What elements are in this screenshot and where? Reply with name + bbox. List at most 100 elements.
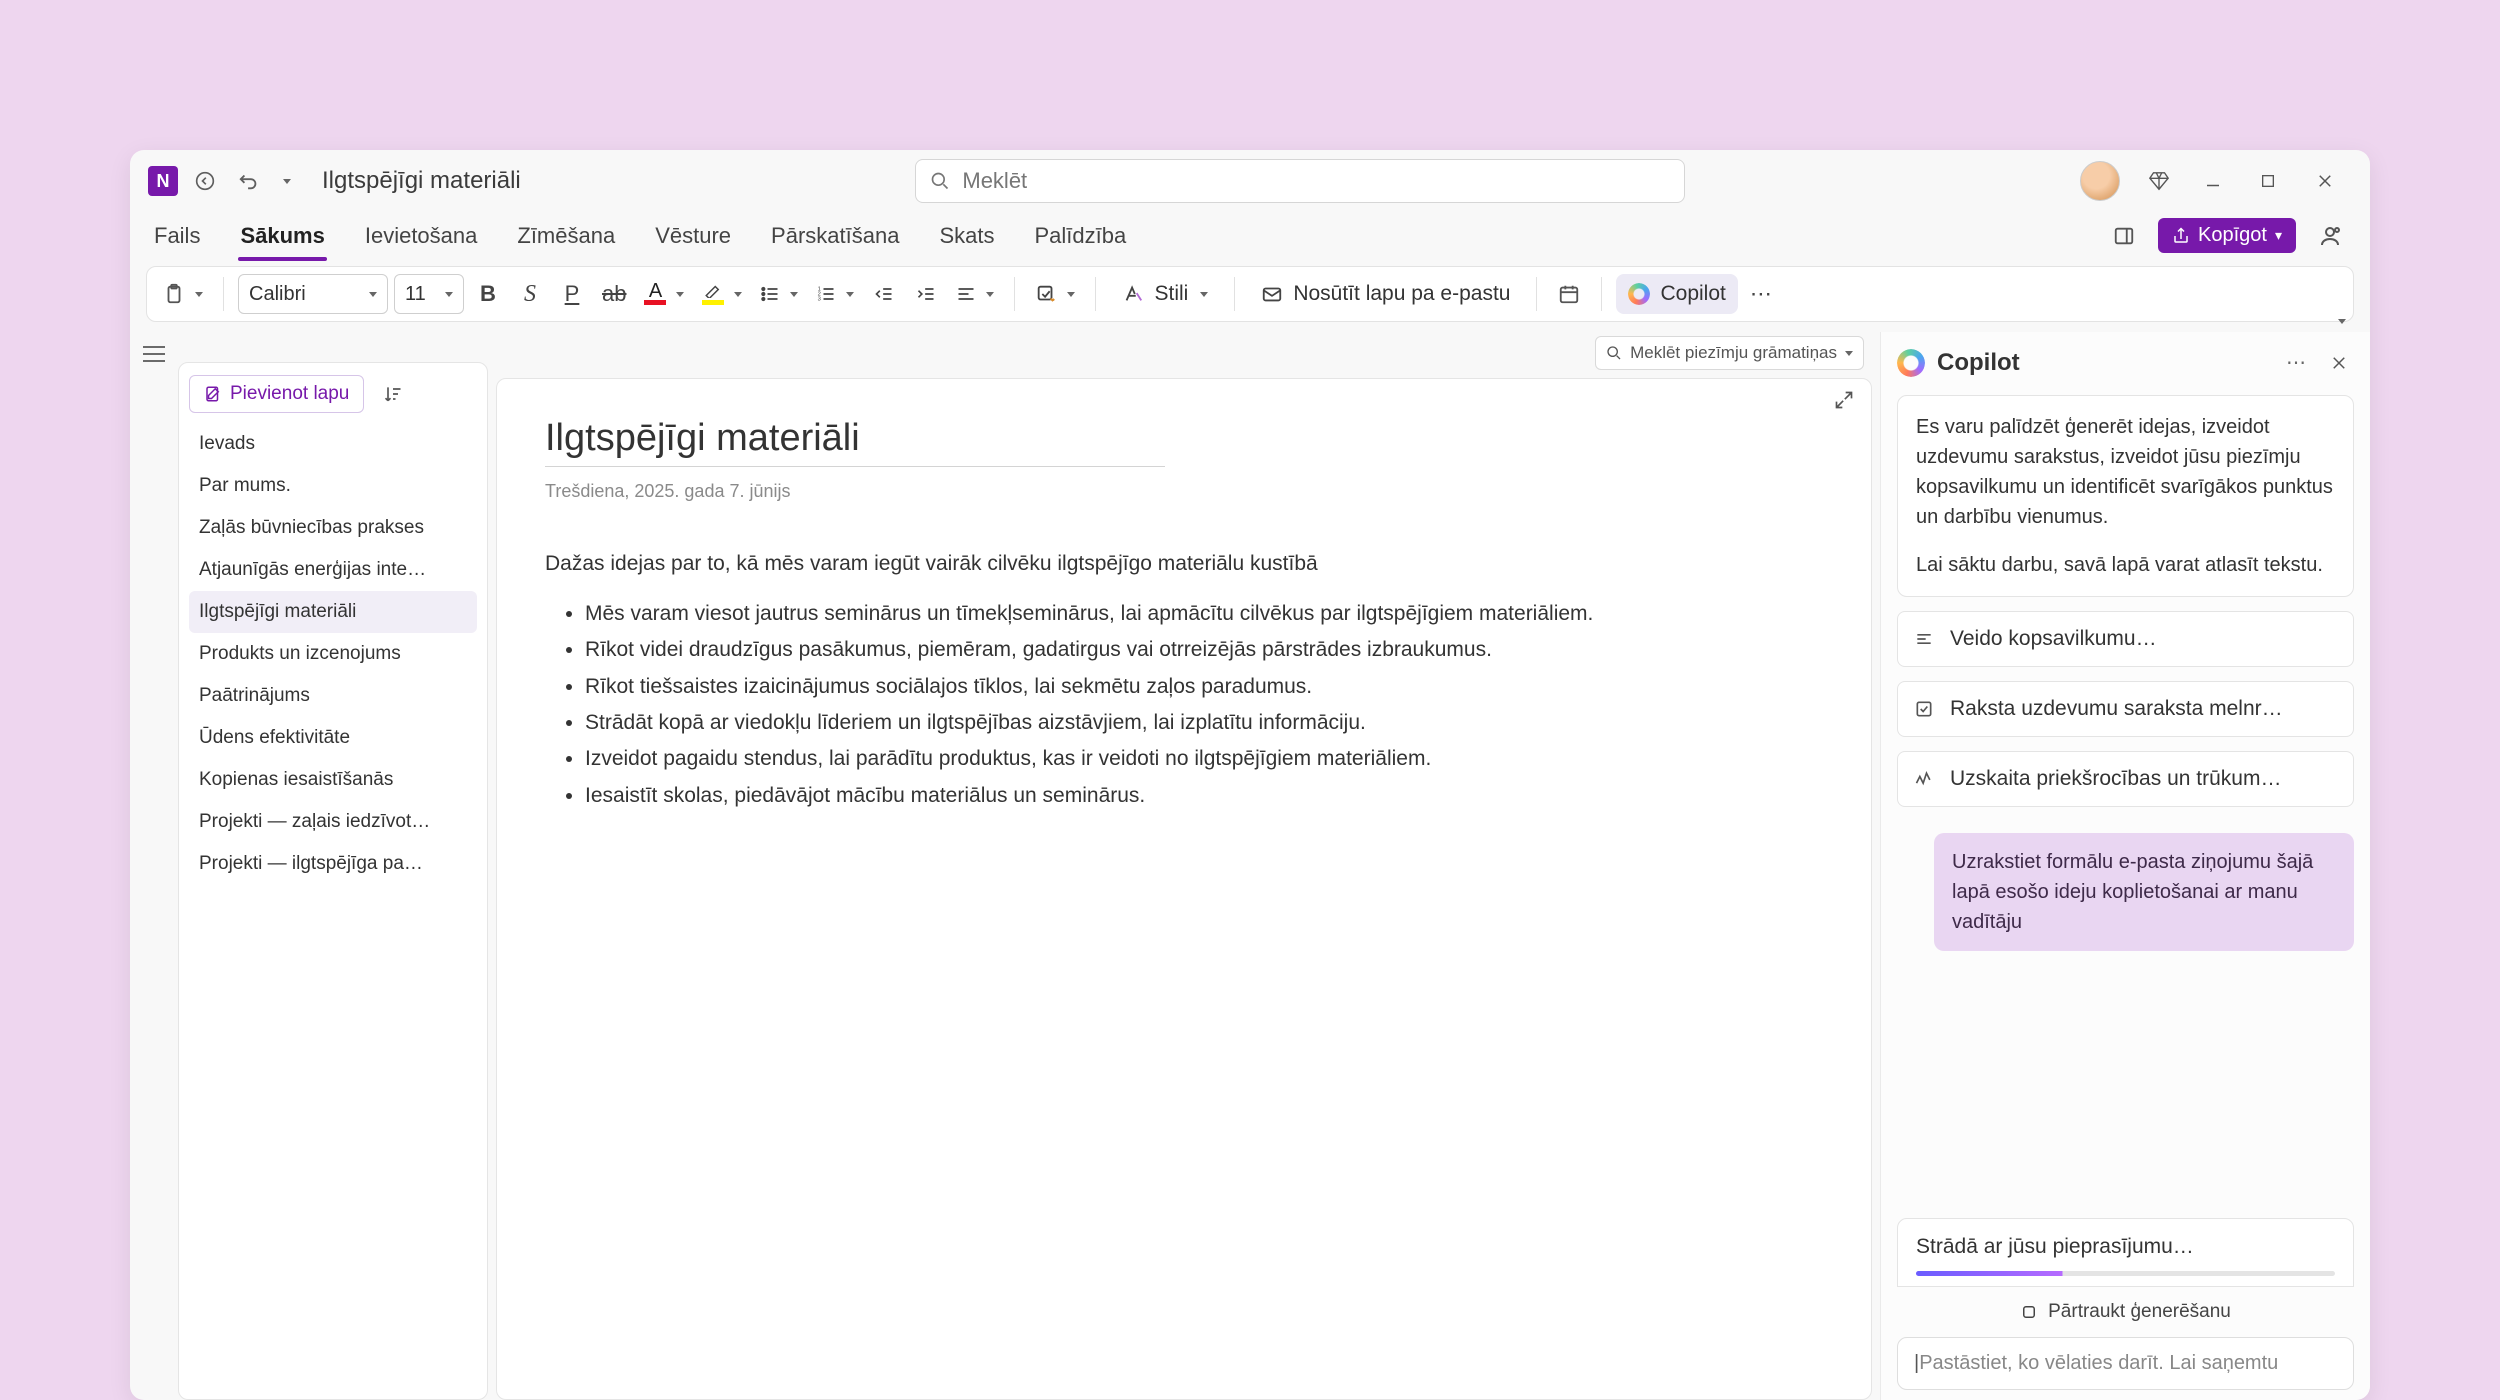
notebook-search-button[interactable]: Meklēt piezīmju grāmatiņas bbox=[1595, 336, 1864, 370]
page-panel-wrap: Pievienot lapu Ievads Par mums. Zaļās bū… bbox=[178, 332, 488, 1400]
list-item[interactable]: Mēs varam viesot jautrus seminārus un tī… bbox=[585, 600, 1823, 628]
page-item[interactable]: Atjaunīgās enerģijas inte… bbox=[189, 549, 477, 591]
tab-vesture[interactable]: Vēsture bbox=[653, 217, 733, 255]
ribbon-more-button[interactable]: ⋯ bbox=[1744, 274, 1780, 314]
copilot-status-card: Strādā ar jūsu pieprasījumu… bbox=[1897, 1218, 2354, 1287]
page-item[interactable]: Ilgtspējīgi materiāli bbox=[189, 591, 477, 633]
styles-button[interactable]: Stili bbox=[1110, 274, 1220, 314]
share-label: Kopīgot bbox=[2198, 224, 2267, 247]
chevron-down-icon bbox=[1845, 351, 1853, 356]
page-intro-paragraph[interactable]: Dažas idejas par to, kā mēs varam iegūt … bbox=[545, 552, 1823, 576]
suggestion-label: Veido kopsavilkumu… bbox=[1950, 627, 2157, 651]
onenote-app-icon: N bbox=[148, 166, 178, 196]
suggestion-label: Raksta uzdevumu saraksta melnr… bbox=[1950, 697, 2283, 721]
font-size-select[interactable]: 11 bbox=[394, 274, 464, 314]
highlight-button[interactable] bbox=[696, 274, 748, 314]
list-item[interactable]: Izveidot pagaidu stendus, lai parādītu p… bbox=[585, 745, 1823, 773]
title-bar: N Ilgtspējīgi materiāli Meklēt bbox=[130, 150, 2370, 212]
bold-button[interactable]: B bbox=[470, 274, 506, 314]
page-surface[interactable]: Ilgtspējīgi materiāli Trešdiena, 2025. g… bbox=[496, 378, 1872, 1400]
page-item[interactable]: Produkts un izcenojums bbox=[189, 633, 477, 675]
copilot-more-button[interactable]: ⋯ bbox=[2280, 346, 2312, 379]
copilot-suggestion[interactable]: Uzskaita priekšrocības un trūkum… bbox=[1897, 751, 2354, 807]
list-item[interactable]: Rīkot videi draudzīgus pasākumus, piemēr… bbox=[585, 636, 1823, 664]
tab-ievietosana[interactable]: Ievietošana bbox=[363, 217, 480, 255]
tab-sakums[interactable]: Sākums bbox=[238, 217, 326, 255]
page-bullet-list[interactable]: Mēs varam viesot jautrus seminārus un tī… bbox=[545, 600, 1823, 810]
meeting-icon bbox=[1558, 283, 1580, 305]
search-placeholder: Meklēt bbox=[962, 168, 1027, 194]
page-item[interactable]: Projekti — ilgtspējīga pa… bbox=[189, 843, 477, 885]
page-item[interactable]: Projekti — zaļais iedzīvot… bbox=[189, 801, 477, 843]
window-maximize[interactable] bbox=[2260, 173, 2288, 189]
share-button[interactable]: Kopīgot ▾ bbox=[2158, 218, 2296, 253]
page-item[interactable]: Paātrinājums bbox=[189, 675, 477, 717]
search-bar[interactable]: Meklēt bbox=[915, 159, 1685, 203]
suggestion-label: Uzskaita priekšrocības un trūkum… bbox=[1950, 767, 2281, 791]
expand-page-button[interactable] bbox=[1834, 390, 1854, 410]
document-title[interactable]: Ilgtspējīgi materiāli bbox=[322, 167, 521, 195]
copilot-intro-card: Es varu palīdzēt ģenerēt idejas, izveido… bbox=[1897, 395, 2354, 597]
sort-pages-button[interactable] bbox=[376, 377, 410, 411]
tab-skats[interactable]: Skats bbox=[937, 217, 996, 255]
undo-dropdown[interactable] bbox=[276, 164, 298, 198]
canvas-tools: Meklēt piezīmju grāmatiņas bbox=[496, 332, 1872, 378]
list-item[interactable]: Strādāt kopā ar viedokļu līderiem un ilg… bbox=[585, 709, 1823, 737]
numbered-list-icon: 123 bbox=[816, 284, 836, 304]
paste-button[interactable] bbox=[157, 274, 209, 314]
numbered-list-button[interactable]: 123 bbox=[810, 274, 860, 314]
copilot-stop-button[interactable]: Pārtraukt ģenerēšanu bbox=[1897, 1301, 2354, 1323]
copilot-suggestion[interactable]: Veido kopsavilkumu… bbox=[1897, 611, 2354, 667]
copilot-status-text: Strādā ar jūsu pieprasījumu… bbox=[1916, 1235, 2194, 1258]
tab-fails[interactable]: Fails bbox=[152, 217, 202, 255]
pane-toggle-icon[interactable] bbox=[2106, 218, 2142, 254]
page-item[interactable]: Kopienas iesaistīšanās bbox=[189, 759, 477, 801]
nav-toggle-button[interactable] bbox=[143, 346, 165, 362]
sort-icon bbox=[383, 384, 403, 404]
chevron-down-icon: ▾ bbox=[2275, 227, 2282, 244]
window-close[interactable] bbox=[2316, 172, 2344, 190]
list-item[interactable]: Iesaistīt skolas, piedāvājot mācību mate… bbox=[585, 782, 1823, 810]
underline-button[interactable]: P bbox=[554, 274, 590, 314]
page-item[interactable]: Ūdens efektivitāte bbox=[189, 717, 477, 759]
meeting-details-button[interactable] bbox=[1551, 274, 1587, 314]
copilot-suggestion[interactable]: Raksta uzdevumu saraksta melnr… bbox=[1897, 681, 2354, 737]
people-icon[interactable] bbox=[2312, 218, 2348, 254]
font-color-button[interactable]: A bbox=[638, 274, 690, 314]
email-page-label: Nosūtīt lapu pa e-pastu bbox=[1293, 282, 1510, 306]
user-avatar[interactable] bbox=[2080, 161, 2120, 201]
copilot-pane: Copilot ⋯ Es varu palīdzēt ģenerēt ideja… bbox=[1880, 332, 2370, 1400]
copilot-close-button[interactable] bbox=[2324, 350, 2354, 376]
email-page-button[interactable]: Nosūtīt lapu pa e-pastu bbox=[1249, 274, 1522, 314]
diamond-icon[interactable] bbox=[2148, 170, 2176, 192]
tab-zimesana[interactable]: Zīmēšana bbox=[515, 217, 617, 255]
align-button[interactable] bbox=[950, 274, 1000, 314]
page-title[interactable]: Ilgtspējīgi materiāli bbox=[545, 417, 1165, 467]
copilot-title: Copilot bbox=[1937, 349, 2268, 377]
back-button[interactable] bbox=[188, 164, 222, 198]
outdent-button[interactable] bbox=[866, 274, 902, 314]
copilot-icon bbox=[1897, 349, 1925, 377]
tag-button[interactable] bbox=[1029, 274, 1081, 314]
font-name-select[interactable]: Calibri bbox=[238, 274, 388, 314]
window-minimize[interactable] bbox=[2204, 172, 2232, 190]
ribbon-collapse-icon[interactable] bbox=[2329, 311, 2355, 331]
title-right bbox=[2080, 161, 2356, 201]
italic-button[interactable]: S bbox=[512, 274, 548, 314]
tab-palidziba[interactable]: Palīdzība bbox=[1032, 217, 1128, 255]
bullet-list-button[interactable] bbox=[754, 274, 804, 314]
page-item[interactable]: Par mums. bbox=[189, 465, 477, 507]
svg-text:3: 3 bbox=[818, 297, 821, 303]
add-page-button[interactable]: Pievienot lapu bbox=[189, 375, 364, 413]
search-icon bbox=[1606, 345, 1622, 361]
undo-button[interactable] bbox=[232, 164, 266, 198]
strikethrough-button[interactable]: ab bbox=[596, 274, 632, 314]
list-item[interactable]: Rīkot tiešsaistes izaicinājumus sociālaj… bbox=[585, 673, 1823, 701]
left-gutter bbox=[130, 332, 178, 1400]
copilot-ribbon-button[interactable]: Copilot bbox=[1616, 274, 1737, 314]
tab-parskatisana[interactable]: Pārskatīšana bbox=[769, 217, 901, 255]
page-item[interactable]: Ievads bbox=[189, 423, 477, 465]
page-item[interactable]: Zaļās būvniecības prakses bbox=[189, 507, 477, 549]
indent-button[interactable] bbox=[908, 274, 944, 314]
copilot-input[interactable]: |Pastāstiet, ko vēlaties darīt. Lai saņe… bbox=[1897, 1337, 2354, 1390]
